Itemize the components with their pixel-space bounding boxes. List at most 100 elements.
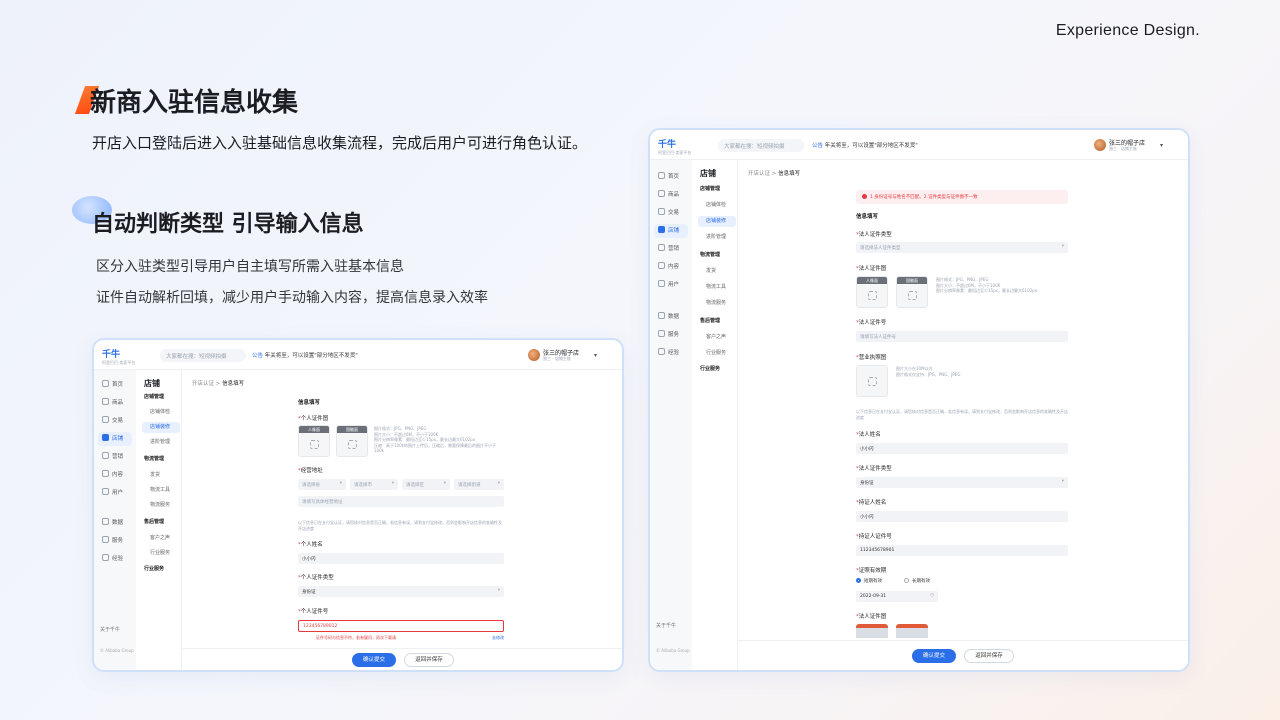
- upload-id-back[interactable]: 国徽面: [336, 425, 368, 457]
- sidebar-group-industry[interactable]: 行业服务: [142, 564, 180, 575]
- notice-banner[interactable]: 公告 年关将至，可以设置"部分地区不发货": [252, 351, 358, 359]
- submit-button[interactable]: 确认提交: [352, 653, 396, 667]
- rail-item-content[interactable]: 内容: [98, 468, 132, 482]
- rail-item-home[interactable]: 首页: [98, 378, 132, 392]
- sidebar-group-aftersale[interactable]: 售后管理: [142, 517, 180, 528]
- field-label-legal-type2: *法人证件类型: [856, 466, 892, 472]
- radio-short-term[interactable]: 短期有效: [856, 578, 882, 584]
- upload-license[interactable]: [856, 365, 888, 397]
- verify-note: 以下信息已在支付宝认证，请您核对信息是否正确，若信息有误，请到支付宝修改，否则会…: [856, 409, 1068, 420]
- submit-button[interactable]: 确认提交: [912, 649, 956, 663]
- sidebar-group-logistics[interactable]: 物流管理: [698, 250, 736, 261]
- sidebar-item-industry-sub[interactable]: 行业服务: [698, 348, 736, 359]
- sidebar-item-decor[interactable]: 店铺装修: [142, 422, 180, 433]
- id-type-select[interactable]: 身份证 ▾: [298, 586, 504, 597]
- field-label-id-type: *个人证件类型: [298, 575, 334, 581]
- page-subtitle: 开店入口登陆后进入入驻基础信息收集流程，完成后用户可进行角色认证。: [92, 134, 588, 152]
- upload-id-front[interactable]: 人像面: [298, 425, 330, 457]
- rail-item-shop[interactable]: 店铺: [654, 224, 688, 238]
- rail-item-data[interactable]: 数据: [654, 310, 688, 324]
- upload-legal-front[interactable]: 人像面: [856, 276, 888, 308]
- legal-id-no-input[interactable]: 请填写法人证件号: [856, 331, 1068, 342]
- rail-item-experience[interactable]: 经验: [654, 346, 688, 360]
- sidebar-group-logistics[interactable]: 物流管理: [142, 454, 180, 465]
- validity-date-input[interactable]: 2022-09-31 ◷: [856, 591, 938, 602]
- copyright: © Alibaba Group: [100, 648, 134, 653]
- sidebar-item-ship[interactable]: 发货: [142, 470, 180, 481]
- rail-item-trade[interactable]: 交易: [654, 206, 688, 220]
- holder-no-input[interactable]: 112345678901: [856, 545, 1068, 556]
- sidebar-item-voice[interactable]: 客户之声: [142, 533, 180, 544]
- rail-item-shop[interactable]: 店铺: [98, 432, 132, 446]
- sidebar-group-aftersale[interactable]: 售后管理: [698, 316, 736, 327]
- sidebar-item-check[interactable]: 店铺体检: [698, 200, 736, 211]
- form-footer: 确认提交 返回并保存: [738, 640, 1188, 670]
- id-error-message: 证件号码与信息不符，若有疑问，再次下载请: [316, 635, 396, 640]
- rail-item-user[interactable]: 用户: [654, 278, 688, 292]
- rail-item-data[interactable]: 数据: [98, 516, 132, 530]
- search-input[interactable]: 大家都在搜：短视频拍摄: [160, 349, 246, 362]
- marketing-icon: [658, 244, 665, 251]
- scan-icon: [908, 291, 917, 300]
- user-menu[interactable]: 张三的帽子店 独三 · 店铺主账 ▾: [528, 348, 608, 364]
- app-rail: 首页 商品 交易 店铺 营销 内容 用户 数据 服务 经验 关于千牛 © Ali…: [94, 370, 136, 670]
- city-select[interactable]: 请选择市 ▾: [350, 479, 398, 490]
- sidebar-group-shop[interactable]: 店铺管理: [142, 392, 180, 403]
- rail-item-marketing[interactable]: 营销: [654, 242, 688, 256]
- content-icon: [102, 470, 109, 477]
- sidebar-item-tools[interactable]: 物流工具: [698, 282, 736, 293]
- name-input[interactable]: 小小闪: [298, 553, 504, 564]
- search-input[interactable]: 大家都在搜：短视频拍摄: [718, 139, 804, 152]
- rail-about-link[interactable]: 关于千牛: [656, 622, 676, 629]
- id-photo-thumb-front[interactable]: [856, 624, 888, 638]
- user-menu[interactable]: 张三的帽子店 独三 · 店铺主账 ▾: [1094, 138, 1174, 154]
- chevron-down-icon: ▾: [391, 481, 394, 486]
- holder-name-input[interactable]: 小小闪: [856, 511, 1068, 522]
- app-logo[interactable]: 千牛 阿里巴巴·卖家平台: [102, 347, 135, 366]
- sidebar-item-check[interactable]: 店铺体检: [142, 407, 180, 418]
- field-label-license: *营业执照图: [856, 355, 887, 361]
- sidebar-item-decor[interactable]: 店铺装修: [698, 216, 736, 227]
- id-fix-link[interactable]: 去修改: [492, 635, 504, 641]
- sidebar-item-tools[interactable]: 物流工具: [142, 485, 180, 496]
- sidebar-item-advanced[interactable]: 进阶管理: [142, 437, 180, 448]
- province-select[interactable]: 请选择省 ▾: [298, 479, 346, 490]
- street-select[interactable]: 请选择街道 ▾: [454, 479, 504, 490]
- sidebar-item-industry-sub[interactable]: 行业服务: [142, 548, 180, 559]
- app-logo[interactable]: 千牛 阿里巴巴·卖家平台: [658, 137, 691, 156]
- rail-item-goods[interactable]: 商品: [98, 396, 132, 410]
- id-number-input[interactable]: 123456789012: [298, 620, 504, 632]
- rail-item-marketing[interactable]: 营销: [98, 450, 132, 464]
- mock-window-enterprise: 千牛 阿里巴巴·卖家平台 大家都在搜：短视频拍摄 公告 年关将至，可以设置"部分地…: [648, 128, 1190, 672]
- sidebar-item-ship[interactable]: 发货: [698, 266, 736, 277]
- radio-long-term[interactable]: 长期有效: [904, 578, 930, 584]
- sidebar-group-shop[interactable]: 店铺管理: [698, 184, 736, 195]
- rail-about-link[interactable]: 关于千牛: [100, 626, 120, 633]
- service-icon: [102, 536, 109, 543]
- legal-type2-select[interactable]: 身份证 ▾: [856, 477, 1068, 488]
- save-return-button[interactable]: 返回并保存: [404, 653, 454, 667]
- sidebar-group-industry[interactable]: 行业服务: [698, 364, 736, 375]
- sidebar-item-voice[interactable]: 客户之声: [698, 332, 736, 343]
- address-detail-input[interactable]: 请填写具体经营地址: [298, 496, 504, 507]
- rail-item-home[interactable]: 首页: [654, 170, 688, 184]
- notice-banner[interactable]: 公告 年关将至，可以设置"部分地区不发货": [812, 141, 918, 149]
- rail-item-user[interactable]: 用户: [98, 486, 132, 500]
- sidebar-item-logistics-service[interactable]: 物流服务: [142, 500, 180, 511]
- sidebar-item-advanced[interactable]: 进阶管理: [698, 232, 736, 243]
- rail-item-content[interactable]: 内容: [654, 260, 688, 274]
- sidebar-item-logistics-service[interactable]: 物流服务: [698, 298, 736, 309]
- rail-item-goods[interactable]: 商品: [654, 188, 688, 202]
- upload-legal-back[interactable]: 国徽面: [896, 276, 928, 308]
- rail-item-experience[interactable]: 经验: [98, 552, 132, 566]
- field-label-holder-name: *持证人姓名: [856, 500, 887, 506]
- legal-id-type-select[interactable]: 请选择法人证件类型 ▾: [856, 242, 1068, 253]
- rail-item-trade[interactable]: 交易: [98, 414, 132, 428]
- id-photo-thumb-back[interactable]: [896, 624, 928, 638]
- legal-name-input[interactable]: 小小闪: [856, 443, 1068, 454]
- breadcrumb: 开店认证 > 信息填写: [192, 381, 245, 387]
- rail-item-service[interactable]: 服务: [98, 534, 132, 548]
- district-select[interactable]: 请选择区 ▾: [402, 479, 450, 490]
- rail-item-service[interactable]: 服务: [654, 328, 688, 342]
- save-return-button[interactable]: 返回并保存: [964, 649, 1014, 663]
